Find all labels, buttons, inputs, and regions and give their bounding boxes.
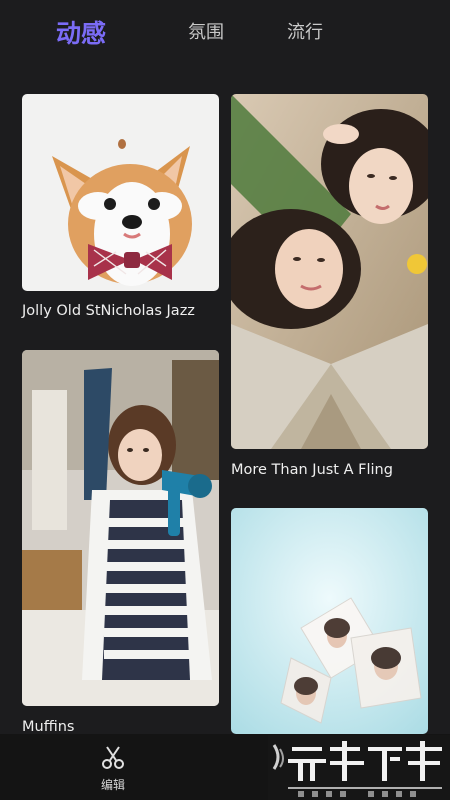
template-card-jolly-old-stnicholas-jazz[interactable] xyxy=(22,94,219,291)
corgi-thumbnail xyxy=(22,94,219,291)
bottom-nav-bar: 编辑 xyxy=(0,734,450,800)
tab-popular[interactable]: 流行 xyxy=(287,18,323,44)
tab-dynamic[interactable]: 动感 xyxy=(56,14,106,50)
two-women-thumbnail xyxy=(231,94,428,449)
card-title: More Than Just A Fling xyxy=(231,462,393,478)
card-title: Jolly Old StNicholas Jazz xyxy=(22,303,195,319)
edit-label: 编辑 xyxy=(100,778,125,792)
scissors-icon xyxy=(102,746,124,769)
photo-cube-thumbnail xyxy=(231,508,428,734)
category-tabs: 动感 氛围 流行 xyxy=(0,0,450,66)
template-card-photo-cube[interactable] xyxy=(231,508,428,734)
template-card-more-than-just-a-fling[interactable] xyxy=(231,94,428,449)
hair-dryer-thumbnail xyxy=(22,350,219,706)
edit-nav-button[interactable]: 编辑 xyxy=(88,744,138,794)
tab-atmosphere[interactable]: 氛围 xyxy=(188,18,224,44)
template-card-muffins[interactable] xyxy=(22,350,219,706)
card-title: Muffins xyxy=(22,719,75,735)
